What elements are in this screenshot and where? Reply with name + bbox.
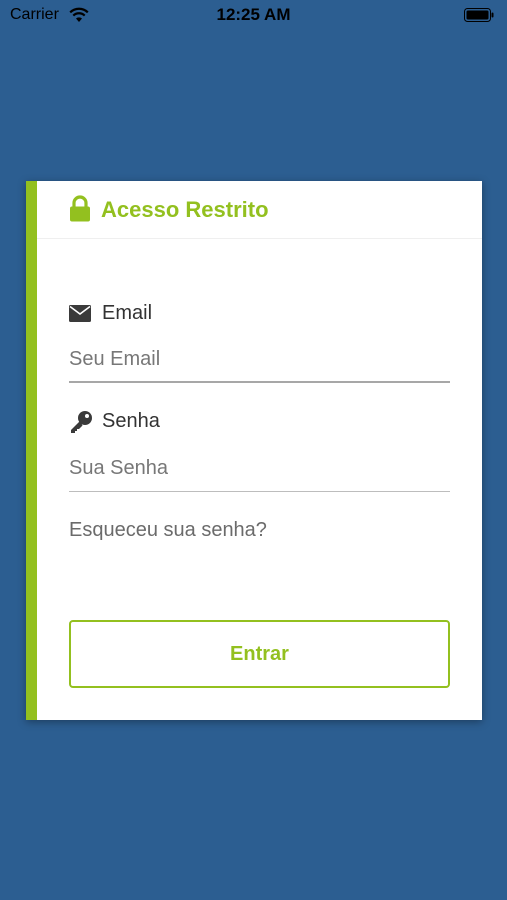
- key-icon: [71, 411, 92, 433]
- status-bar: Carrier 12:25 AM: [0, 0, 507, 30]
- card-accent-bar: [26, 181, 37, 720]
- card-header: Acesso Restrito: [37, 181, 482, 239]
- lock-icon: [70, 195, 90, 222]
- password-label: Senha: [102, 410, 160, 432]
- battery-icon: [464, 8, 494, 22]
- card-title: Acesso Restrito: [101, 197, 269, 222]
- login-card: Acesso Restrito Email Senha Esqueceu sua…: [26, 181, 482, 720]
- email-field[interactable]: [69, 343, 450, 383]
- email-label: Email: [102, 302, 153, 324]
- password-field[interactable]: [69, 452, 450, 492]
- clock: 12:25 AM: [216, 5, 291, 24]
- forgot-password-link[interactable]: Esqueceu sua senha?: [69, 519, 267, 542]
- envelope-icon: [69, 305, 91, 322]
- login-button[interactable]: Entrar: [69, 620, 450, 688]
